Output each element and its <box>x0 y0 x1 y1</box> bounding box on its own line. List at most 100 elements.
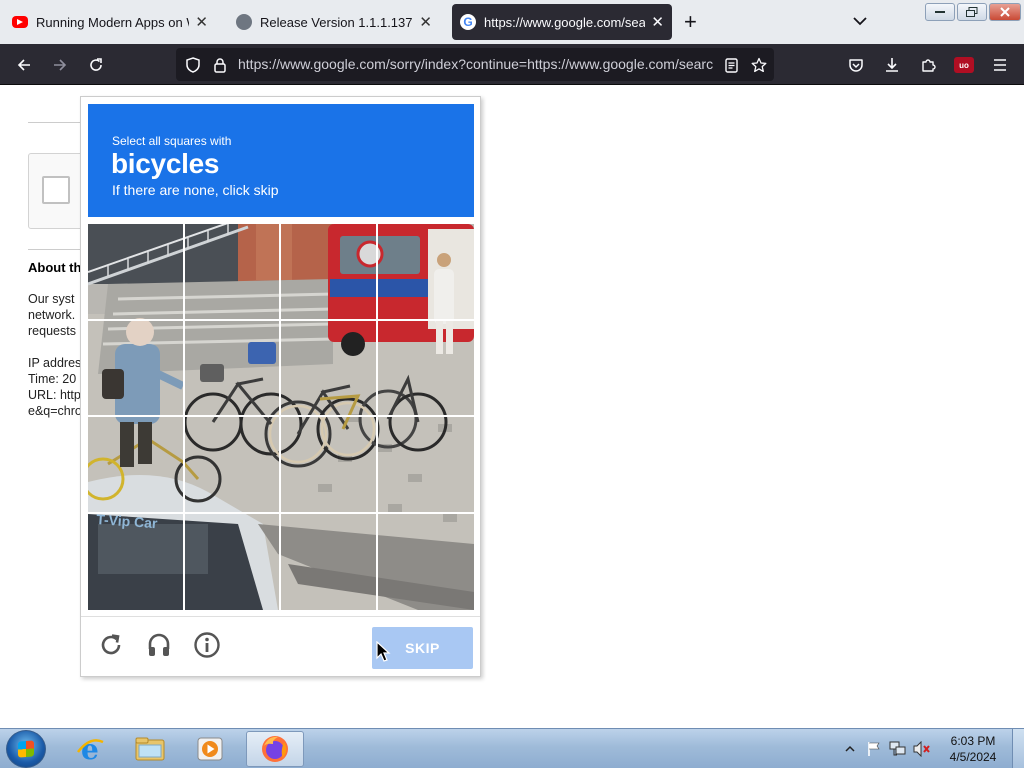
taskbar-windows-explorer[interactable] <box>121 731 179 767</box>
flag-icon <box>868 742 880 756</box>
media-player-icon <box>197 737 223 761</box>
divider <box>28 122 88 123</box>
instruction-prefix: Select all squares with <box>112 134 232 148</box>
window-restore-button[interactable] <box>957 3 987 21</box>
reload-button[interactable] <box>83 52 109 78</box>
back-arrow-icon <box>17 59 30 71</box>
tab-strip: Running Modern Apps on Wind ✕ Release Ve… <box>0 0 1024 44</box>
tab-google-active[interactable]: G https://www.google.com/search ✕ <box>452 4 672 40</box>
reload-icon <box>90 58 102 71</box>
clock-date: 4/5/2024 <box>949 750 997 764</box>
application-menu-button[interactable] <box>987 52 1013 78</box>
show-hidden-icons-button[interactable] <box>843 729 857 768</box>
paragraph-line: Our syst <box>28 292 75 306</box>
show-desktop-button[interactable] <box>1012 729 1024 768</box>
taskbar-media-player[interactable] <box>181 731 239 767</box>
hamburger-menu-icon <box>994 59 1006 71</box>
image-tile-r4-c3[interactable] <box>281 513 378 610</box>
network-button[interactable] <box>888 729 908 768</box>
info-line-time: Time: 20 <box>28 372 77 386</box>
image-tile-r4-c1[interactable] <box>88 513 185 610</box>
paragraph-line: requests <box>28 324 76 338</box>
download-arrow-icon <box>886 58 898 72</box>
tab-youtube[interactable]: Running Modern Apps on Wind ✕ <box>4 4 216 40</box>
forward-button[interactable] <box>47 52 73 78</box>
info-line-url-cont: e&q=chro <box>28 404 82 418</box>
svg-text:e: e <box>81 734 99 764</box>
recaptcha-challenge-popup: Select all squares with bicycles If ther… <box>80 96 481 677</box>
tab-github[interactable]: Release Version 1.1.1.1375 · vxiio ✕ <box>228 4 440 40</box>
tracking-protection-shield-icon[interactable] <box>182 54 204 76</box>
recaptcha-anchor-box[interactable] <box>28 153 88 229</box>
info-icon <box>194 632 220 658</box>
downloads-button[interactable] <box>879 52 905 78</box>
close-tab-icon[interactable]: ✕ <box>195 13 208 31</box>
system-clock[interactable]: 6:03 PM 4/5/2024 <box>938 733 1008 765</box>
back-button[interactable] <box>11 52 37 78</box>
start-button[interactable] <box>6 730 46 768</box>
bookmark-star-icon[interactable] <box>748 54 770 76</box>
image-tile-r3-c2[interactable] <box>184 417 281 514</box>
image-tile-r3-c4[interactable] <box>377 417 474 514</box>
pocket-icon <box>849 58 863 72</box>
mouse-pointer-icon <box>376 641 391 662</box>
image-tile-r2-c4[interactable] <box>377 321 474 417</box>
windows-taskbar: e 6:03 PM 4/5/2024 <box>0 728 1024 768</box>
image-tile-r1-c3[interactable] <box>281 224 378 321</box>
internet-explorer-icon: e <box>77 734 104 764</box>
ublock-origin-button[interactable]: uo <box>951 52 977 78</box>
tile-grid <box>88 224 474 610</box>
network-icon <box>889 741 906 756</box>
navigation-toolbar: https://www.google.com/sorry/index?conti… <box>0 44 1024 85</box>
image-tile-r1-c1[interactable] <box>88 224 185 321</box>
taskbar-firefox[interactable] <box>246 731 304 767</box>
tab-title: Release Version 1.1.1.1375 · vxiio <box>260 14 413 30</box>
ublock-origin-icon: uo <box>954 57 974 73</box>
paragraph-line: network. <box>28 308 76 322</box>
taskbar-internet-explorer[interactable]: e <box>61 731 119 767</box>
new-challenge-reload-button[interactable] <box>95 629 127 661</box>
info-line-ip: IP addres <box>28 356 82 370</box>
action-center-button[interactable] <box>864 729 884 768</box>
image-tile-r3-c1[interactable] <box>88 417 185 514</box>
help-info-button[interactable] <box>191 629 223 661</box>
window-close-button[interactable] <box>989 3 1021 21</box>
audio-challenge-button[interactable] <box>143 629 175 661</box>
reload-icon <box>101 634 121 655</box>
forward-arrow-icon <box>54 59 67 71</box>
extensions-button[interactable] <box>915 52 941 78</box>
puzzle-piece-icon <box>922 59 936 72</box>
image-tile-r1-c2[interactable] <box>184 224 281 321</box>
list-all-tabs-button[interactable] <box>852 10 868 31</box>
info-line-url: URL: http <box>28 388 81 402</box>
recaptcha-checkbox[interactable] <box>42 176 70 204</box>
close-tab-icon[interactable]: ✕ <box>651 13 664 31</box>
headphones-icon <box>148 633 170 656</box>
challenge-header: Select all squares with bicycles If ther… <box>88 104 474 217</box>
skip-hint: If there are none, click skip <box>112 182 279 198</box>
github-icon <box>236 14 252 30</box>
pocket-button[interactable] <box>843 52 869 78</box>
image-tile-r2-c3[interactable] <box>281 320 378 417</box>
reader-view-icon[interactable] <box>720 54 742 76</box>
address-bar[interactable]: https://www.google.com/sorry/index?conti… <box>176 48 774 81</box>
target-object-label: bicycles <box>111 148 220 179</box>
challenge-image-grid: T-Vip Car <box>88 224 474 610</box>
volume-button[interactable] <box>912 729 932 768</box>
window-minimize-button[interactable] <box>925 3 955 21</box>
image-tile-r3-c3[interactable] <box>281 417 378 514</box>
about-heading: About th <box>28 260 82 275</box>
url-text[interactable]: https://www.google.com/sorry/index?conti… <box>238 56 714 72</box>
tab-title: https://www.google.com/search <box>484 14 646 30</box>
padlock-icon[interactable] <box>209 54 231 76</box>
image-tile-r2-c1[interactable] <box>88 320 185 417</box>
new-tab-button[interactable]: + <box>684 10 697 34</box>
chevron-up-icon <box>845 745 855 752</box>
image-tile-r4-c4[interactable] <box>378 514 475 611</box>
firefox-icon <box>262 736 288 762</box>
close-tab-icon[interactable]: ✕ <box>419 13 432 31</box>
image-tile-r4-c2[interactable] <box>185 513 281 610</box>
image-tile-r2-c2[interactable] <box>184 320 281 417</box>
image-tile-r1-c4[interactable] <box>377 224 474 321</box>
volume-muted-icon <box>913 741 930 757</box>
